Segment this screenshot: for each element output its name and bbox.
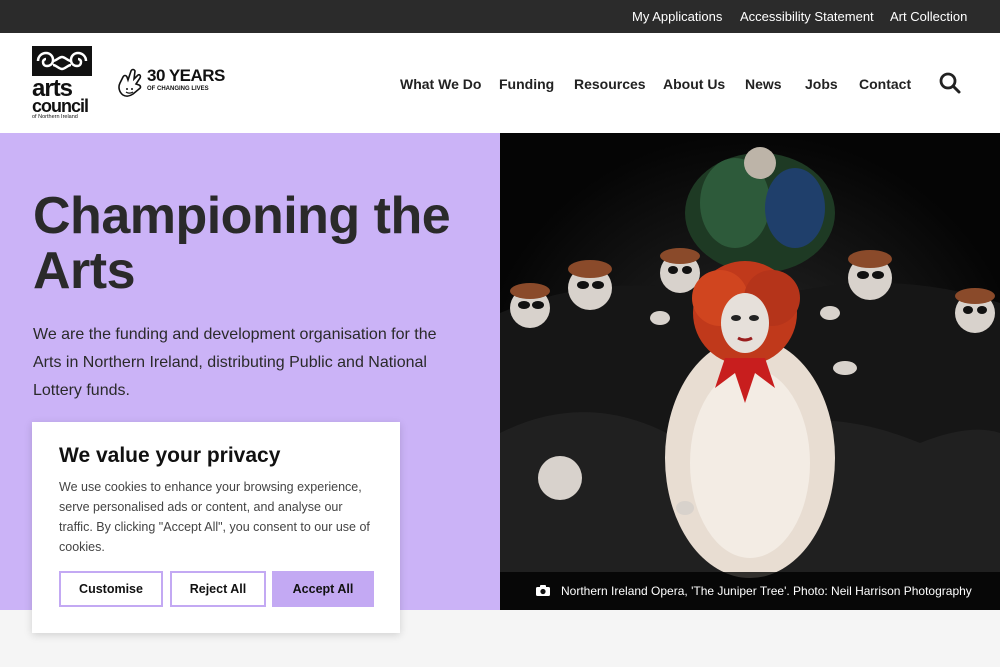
swirl-logo-icon — [32, 46, 92, 76]
photo-caption-text: Northern Ireland Opera, 'The Juniper Tre… — [561, 584, 972, 598]
nav-contact[interactable]: Contact — [859, 76, 911, 92]
site-header: arts council of Northern Ireland 30 YEAR… — [0, 33, 1000, 133]
opera-stage-photo — [500, 133, 1000, 610]
hero-title: Championing the Arts — [33, 187, 451, 300]
camera-icon — [536, 585, 550, 596]
photo-caption: Northern Ireland Opera, 'The Juniper Tre… — [500, 572, 1000, 610]
util-link-art-collection[interactable]: Art Collection — [890, 9, 967, 24]
nav-about-us[interactable]: About Us — [663, 76, 725, 92]
cookie-consent-dialog: We value your privacy We use cookies to … — [32, 422, 400, 633]
nav-jobs[interactable]: Jobs — [805, 76, 838, 92]
utility-bar: My Applications Accessibility Statement … — [0, 0, 1000, 33]
util-link-my-applications[interactable]: My Applications — [632, 9, 722, 24]
hero-image: Northern Ireland Opera, 'The Juniper Tre… — [500, 133, 1000, 610]
nav-what-we-do[interactable]: What We Do — [400, 76, 481, 92]
reject-all-button[interactable]: Reject All — [170, 571, 266, 607]
cookie-body-text: We use cookies to enhance your browsing … — [59, 480, 370, 554]
customise-button[interactable]: Customise — [59, 571, 163, 607]
logo-word-council: council — [32, 96, 89, 116]
national-lottery-30-years-logo[interactable]: 30 YEARS OF CHANGING LIVES — [115, 65, 230, 101]
nav-news[interactable]: News — [745, 76, 782, 92]
logo-word-ni: of Northern Ireland — [32, 114, 78, 120]
arts-council-logo[interactable]: arts council of Northern Ireland — [32, 46, 92, 122]
search-icon[interactable] — [938, 71, 962, 95]
accept-all-button[interactable]: Accept All — [272, 571, 374, 607]
nav-funding[interactable]: Funding — [499, 76, 554, 92]
nav-resources[interactable]: Resources — [574, 76, 646, 92]
lottery-30-years-text: 30 YEARS — [147, 66, 225, 85]
cookie-title: We value your privacy — [59, 444, 281, 467]
hero-description: We are the funding and development organ… — [33, 326, 437, 399]
lottery-changing-lives-text: OF CHANGING LIVES — [147, 86, 209, 92]
crossed-fingers-icon — [115, 65, 145, 101]
util-link-accessibility-statement[interactable]: Accessibility Statement — [740, 9, 874, 24]
